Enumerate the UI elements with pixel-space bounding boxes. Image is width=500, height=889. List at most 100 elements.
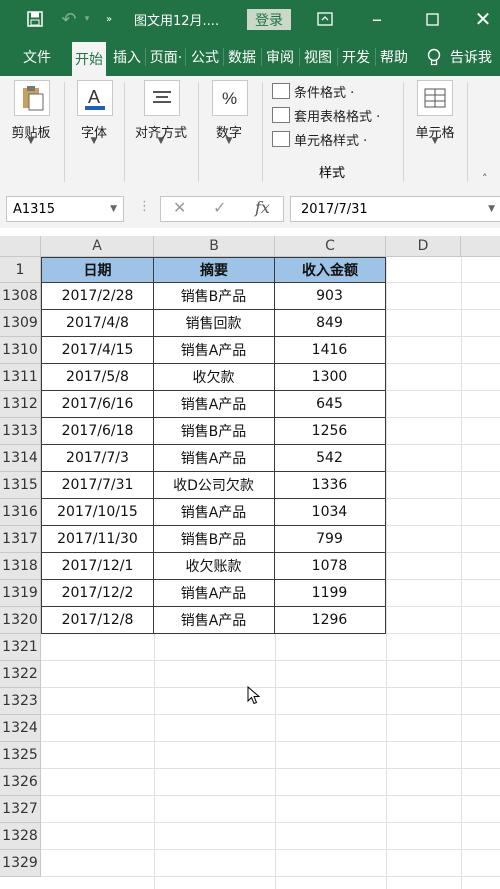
insert-function-icon[interactable]: fx	[255, 198, 270, 217]
cell-summary[interactable]: 销售B产品	[153, 283, 275, 310]
cell-summary[interactable]: 销售A产品	[153, 391, 275, 418]
tell-me-search[interactable]: 告诉我	[450, 38, 500, 76]
row-header[interactable]: 1324	[0, 715, 41, 742]
header-cell-summary[interactable]: 摘要	[153, 257, 275, 283]
number-group[interactable]: % 数字 ▼	[200, 76, 258, 190]
cell-date[interactable]: 2017/12/2	[41, 580, 154, 607]
row-header[interactable]: 1308	[0, 283, 41, 310]
cell-summary[interactable]: 销售A产品	[153, 580, 275, 607]
row-header[interactable]: 1310	[0, 337, 41, 364]
row-header[interactable]: 1	[0, 257, 41, 283]
conditional-formatting-button[interactable]: 条件格式 ·	[272, 80, 354, 102]
cell-date[interactable]: 2017/4/8	[41, 310, 154, 337]
cell-date[interactable]: 2017/2/28	[41, 283, 154, 310]
cell-amount[interactable]: 1199	[274, 580, 386, 607]
column-header-b[interactable]: B	[154, 236, 275, 257]
row-header[interactable]: 1315	[0, 472, 41, 499]
column-header-c[interactable]: C	[275, 236, 386, 257]
name-box[interactable]: A1315 ▼	[6, 196, 124, 222]
tab-page-layout[interactable]: 页面·	[148, 38, 184, 76]
cell-summary[interactable]: 收欠款	[153, 364, 275, 391]
tab-insert[interactable]: 插入	[110, 38, 144, 76]
tab-home[interactable]: 开始	[72, 42, 106, 76]
row-header[interactable]: 1326	[0, 769, 41, 796]
column-header-d[interactable]: D	[386, 236, 461, 257]
lightbulb-icon[interactable]	[424, 38, 444, 76]
close-icon[interactable]: ✕	[470, 0, 496, 38]
cell-amount[interactable]: 1078	[274, 553, 386, 580]
row-header[interactable]: 1316	[0, 499, 41, 526]
column-header-a[interactable]: A	[41, 236, 154, 257]
cell-summary[interactable]: 销售A产品	[153, 337, 275, 364]
cell-amount[interactable]: 1416	[274, 337, 386, 364]
cancel-icon[interactable]: ✕	[173, 198, 186, 217]
row-header[interactable]: 1320	[0, 607, 41, 634]
cell-date[interactable]: 2017/10/15	[41, 499, 154, 526]
cell-amount[interactable]: 903	[274, 283, 386, 310]
row-header[interactable]: 1313	[0, 418, 41, 445]
row-header[interactable]: 1318	[0, 553, 41, 580]
tab-help[interactable]: 帮助	[377, 38, 411, 76]
cell-date[interactable]: 2017/6/18	[41, 418, 154, 445]
row-header[interactable]: 1314	[0, 445, 41, 472]
cell-date[interactable]: 2017/4/15	[41, 337, 154, 364]
cell-amount[interactable]: 799	[274, 526, 386, 553]
tab-view[interactable]: 视图	[301, 38, 335, 76]
cell-amount[interactable]: 645	[274, 391, 386, 418]
header-cell-amount[interactable]: 收入金额	[274, 257, 386, 283]
column-header-e[interactable]	[461, 236, 500, 257]
row-header[interactable]: 1327	[0, 796, 41, 823]
cell-summary[interactable]: 销售A产品	[153, 499, 275, 526]
clipboard-group[interactable]: 剪贴板 ▼	[0, 76, 62, 190]
cell-amount[interactable]: 1336	[274, 472, 386, 499]
row-header[interactable]: 1312	[0, 391, 41, 418]
row-header[interactable]: 1323	[0, 688, 41, 715]
cell-date[interactable]: 2017/11/30	[41, 526, 154, 553]
row-header[interactable]: 1321	[0, 634, 41, 661]
format-as-table-button[interactable]: 套用表格格式 ·	[272, 104, 380, 126]
cell-amount[interactable]: 1256	[274, 418, 386, 445]
row-header[interactable]: 1317	[0, 526, 41, 553]
tab-file[interactable]: 文件	[12, 38, 62, 76]
worksheet-grid[interactable]: A B C D 1 日期 摘要 收入金额 1308 2017/2/28 销售B产品 9…	[0, 236, 500, 889]
cell-amount[interactable]: 542	[274, 445, 386, 472]
cell-summary[interactable]: 收欠账款	[153, 553, 275, 580]
undo-icon[interactable]: ↶	[58, 0, 80, 38]
font-group[interactable]: A 字体 ▼	[66, 76, 122, 190]
header-cell-date[interactable]: 日期	[41, 257, 154, 283]
row-header[interactable]: 1325	[0, 742, 41, 769]
tab-review[interactable]: 审阅	[263, 38, 297, 76]
ribbon-display-options-icon[interactable]	[313, 0, 337, 38]
row-header[interactable]: 1328	[0, 823, 41, 850]
cell-summary[interactable]: 销售A产品	[153, 607, 275, 634]
collapse-ribbon-icon[interactable]: ˄	[482, 172, 488, 185]
tab-formulas[interactable]: 公式	[188, 38, 222, 76]
tab-developer[interactable]: 开发	[339, 38, 373, 76]
save-icon[interactable]	[22, 0, 48, 38]
formula-input[interactable]: 2017/7/31 ▼	[290, 196, 500, 222]
cell-summary[interactable]: 销售B产品	[153, 418, 275, 445]
cell-summary[interactable]: 收D公司欠款	[153, 472, 275, 499]
enter-icon[interactable]: ✓	[213, 198, 226, 217]
cell-date[interactable]: 2017/5/8	[41, 364, 154, 391]
cell-summary[interactable]: 销售B产品	[153, 526, 275, 553]
maximize-icon[interactable]	[420, 0, 444, 38]
cell-summary[interactable]: 销售回款	[153, 310, 275, 337]
cell-amount[interactable]: 1034	[274, 499, 386, 526]
cell-amount[interactable]: 1300	[274, 364, 386, 391]
cell-summary[interactable]: 销售A产品	[153, 445, 275, 472]
undo-dropdown-icon[interactable]: ▾	[80, 0, 94, 38]
row-header[interactable]: 1329	[0, 850, 41, 877]
row-header[interactable]: 1319	[0, 580, 41, 607]
select-all-corner[interactable]	[0, 236, 41, 257]
cell-styles-button[interactable]: 单元格样式 ·	[272, 128, 367, 150]
cell-date[interactable]: 2017/12/1	[41, 553, 154, 580]
customize-quick-access-icon[interactable]: »	[100, 0, 118, 38]
row-header[interactable]: 1311	[0, 364, 41, 391]
minimize-icon[interactable]: –	[365, 0, 389, 38]
cell-date[interactable]: 2017/12/8	[41, 607, 154, 634]
cell-date[interactable]: 2017/7/3	[41, 445, 154, 472]
cell-date[interactable]: 2017/7/31	[41, 472, 154, 499]
cell-amount[interactable]: 849	[274, 310, 386, 337]
alignment-group[interactable]: 对齐方式 ▼	[126, 76, 196, 190]
